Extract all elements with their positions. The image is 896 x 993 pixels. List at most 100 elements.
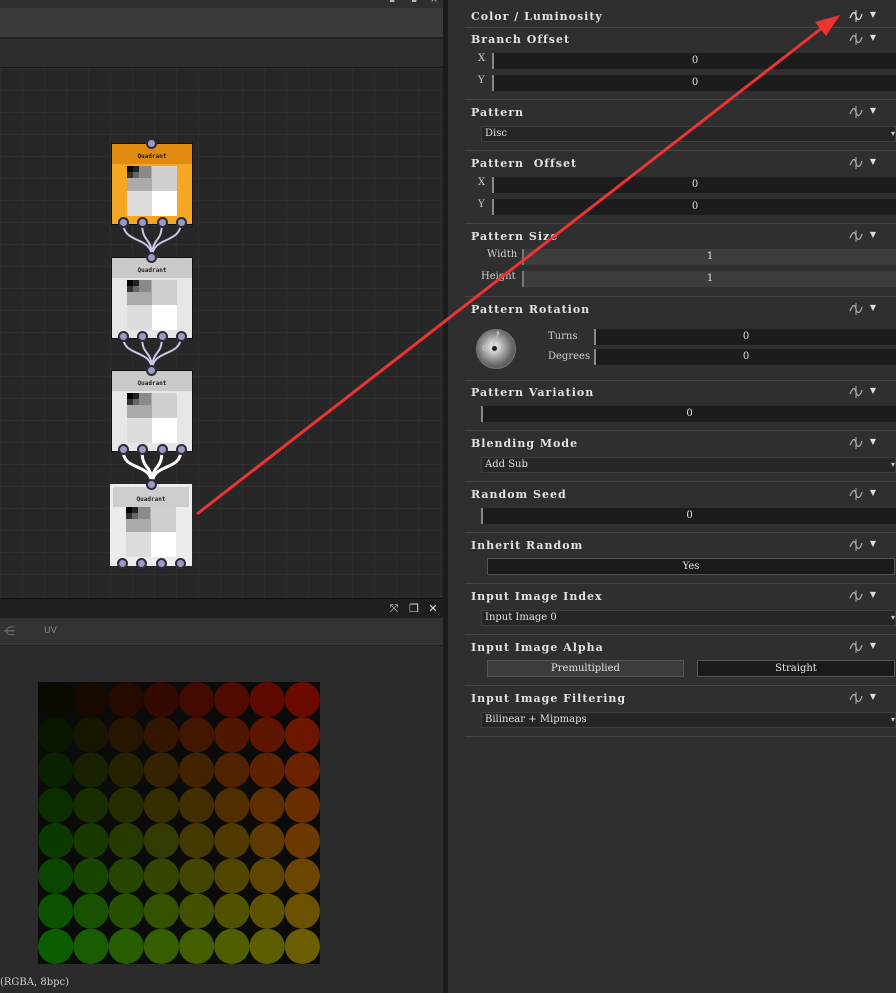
- node-output-port[interactable]: [118, 217, 129, 228]
- function-graph-icon[interactable]: [848, 32, 864, 46]
- section-divider: [465, 223, 896, 224]
- rotation-knob[interactable]: [491, 345, 498, 352]
- pattern-disc: [38, 893, 74, 929]
- graph-node-quadrant-2[interactable]: Quadrant: [111, 252, 193, 342]
- pattern-disc: [179, 928, 215, 964]
- pattern-offset-y-field[interactable]: 0: [492, 199, 896, 215]
- chevron-down-icon[interactable]: ▼: [870, 488, 876, 497]
- node-output-port[interactable]: [137, 444, 148, 455]
- section-divider: [465, 583, 896, 584]
- pattern-disc: [73, 682, 109, 718]
- node-output-port[interactable]: [118, 331, 129, 342]
- node-output-port[interactable]: [156, 558, 167, 569]
- chevron-down-icon[interactable]: ▼: [870, 33, 876, 42]
- pattern-variation-field[interactable]: 0: [481, 406, 896, 422]
- node-output-port[interactable]: [118, 444, 129, 455]
- section-divider: [465, 430, 896, 431]
- pattern-dropdown[interactable]: Disc ▾: [481, 126, 896, 142]
- uv-toggle[interactable]: UV: [44, 626, 57, 636]
- random-seed-field[interactable]: 0: [481, 508, 896, 524]
- pattern-disc: [214, 717, 250, 753]
- graph-node-quadrant-3[interactable]: Quadrant: [111, 365, 193, 455]
- function-graph-icon[interactable]: [848, 589, 864, 603]
- function-graph-icon[interactable]: [848, 156, 864, 170]
- pattern-disc: [108, 858, 144, 894]
- straight-button[interactable]: Straight: [697, 660, 895, 677]
- close-icon[interactable]: ✕: [425, 601, 441, 617]
- section-title: Random Seed: [471, 488, 567, 501]
- channels-icon[interactable]: ⋲: [3, 624, 15, 638]
- function-graph-icon[interactable]: [848, 105, 864, 119]
- node-output-port[interactable]: [176, 217, 187, 228]
- node-output-port[interactable]: [157, 331, 168, 342]
- function-graph-icon[interactable]: [848, 385, 864, 399]
- pattern-disc: [38, 928, 74, 964]
- node-input-port[interactable]: [146, 479, 157, 490]
- pattern-disc: [214, 752, 250, 788]
- function-graph-icon[interactable]: [848, 691, 864, 705]
- node-input-port[interactable]: [146, 365, 157, 376]
- pattern-disc: [214, 858, 250, 894]
- input-image-filtering-dropdown[interactable]: Bilinear + Mipmaps ▾: [481, 712, 896, 728]
- pattern-disc: [143, 682, 179, 718]
- pattern-disc: [38, 717, 74, 753]
- pattern-size-height-field[interactable]: 1: [522, 271, 896, 287]
- pattern-disc: [284, 717, 320, 753]
- pin-icon[interactable]: ⤧: [386, 601, 402, 617]
- function-graph-icon[interactable]: [848, 487, 864, 501]
- pattern-disc: [284, 787, 320, 823]
- pattern-size-width-field[interactable]: 1: [522, 249, 896, 265]
- chevron-down-icon[interactable]: ▼: [870, 230, 876, 239]
- branch-offset-x-field[interactable]: 0: [492, 53, 896, 69]
- chevron-down-icon[interactable]: ▼: [870, 641, 876, 650]
- chevron-down-icon[interactable]: ▼: [870, 157, 876, 166]
- graph-node-quadrant-1[interactable]: Quadrant: [111, 138, 193, 228]
- pattern-rotation-turns-field[interactable]: 0: [594, 329, 896, 345]
- function-graph-icon[interactable]: [848, 302, 864, 316]
- graph-node-quadrant-4[interactable]: Quadrant: [110, 479, 192, 569]
- 2d-view-image[interactable]: [38, 682, 320, 964]
- chevron-down-icon[interactable]: ▼: [870, 590, 876, 599]
- dial-zero-label: 0: [482, 344, 488, 353]
- x-label: X: [478, 177, 486, 188]
- y-label: Y: [478, 199, 485, 210]
- pattern-offset-x-field[interactable]: 0: [492, 177, 896, 193]
- chevron-down-icon[interactable]: ▼: [870, 539, 876, 548]
- node-output-port[interactable]: [176, 444, 187, 455]
- pattern-disc: [179, 823, 215, 859]
- 2d-view-titlebar: ⤧ ❐ ✕: [0, 598, 443, 618]
- function-graph-icon[interactable]: [848, 640, 864, 654]
- chevron-down-icon[interactable]: ▼: [870, 386, 876, 395]
- blending-mode-dropdown[interactable]: Add Sub ▾: [481, 457, 896, 473]
- node-output-port[interactable]: [176, 331, 187, 342]
- pattern-disc: [108, 928, 144, 964]
- section-title: Pattern Variation: [471, 386, 595, 399]
- node-input-port[interactable]: [146, 138, 157, 149]
- premultiplied-button[interactable]: Premultiplied: [487, 660, 684, 677]
- function-graph-icon[interactable]: [848, 9, 864, 23]
- section-divider: [465, 481, 896, 482]
- inherit-random-toggle[interactable]: Yes: [487, 558, 895, 575]
- function-graph-icon[interactable]: [848, 229, 864, 243]
- branch-offset-y-field[interactable]: 0: [492, 75, 896, 91]
- node-output-port[interactable]: [137, 331, 148, 342]
- function-graph-icon[interactable]: [848, 538, 864, 552]
- chevron-down-icon[interactable]: ▼: [870, 437, 876, 446]
- chevron-down-icon[interactable]: ▼: [870, 106, 876, 115]
- node-input-port[interactable]: [146, 252, 157, 263]
- section-divider: [465, 380, 896, 381]
- node-output-port[interactable]: [117, 558, 128, 569]
- chevron-down-icon[interactable]: ▼: [870, 303, 876, 312]
- node-output-port[interactable]: [175, 558, 186, 569]
- node-output-port[interactable]: [136, 558, 147, 569]
- restore-icon[interactable]: ❐: [406, 601, 422, 617]
- pattern-rotation-degrees-field[interactable]: 0: [594, 349, 896, 365]
- node-output-port[interactable]: [137, 217, 148, 228]
- chevron-down-icon[interactable]: ▼: [870, 692, 876, 701]
- chevron-down-icon[interactable]: ▼: [870, 10, 876, 19]
- pattern-disc: [284, 682, 320, 718]
- input-image-index-dropdown[interactable]: Input Image 0 ▾: [481, 610, 896, 626]
- node-output-port[interactable]: [157, 444, 168, 455]
- node-output-port[interactable]: [157, 217, 168, 228]
- function-graph-icon[interactable]: [848, 436, 864, 450]
